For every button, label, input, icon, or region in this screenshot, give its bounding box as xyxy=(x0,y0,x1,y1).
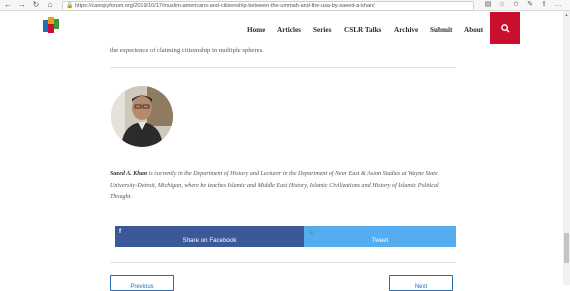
menu-series[interactable]: Series xyxy=(313,23,331,37)
favorite-star-icon[interactable]: ☆ xyxy=(497,0,507,10)
home-icon[interactable]: ⌂ xyxy=(44,0,56,10)
author-bio-text: is currently in the Department of Histor… xyxy=(110,171,439,201)
menu-articles[interactable]: Articles xyxy=(277,23,301,37)
more-icon[interactable]: … xyxy=(553,0,563,10)
author-name: Saeed A. Khan xyxy=(110,171,148,178)
facebook-icon: f xyxy=(119,229,121,235)
article-text-end: the experience of claiming citizenship i… xyxy=(110,47,264,54)
previous-post-button[interactable]: Previous xyxy=(110,275,174,291)
menu-cslr-talks[interactable]: CSLR Talks xyxy=(344,23,381,37)
search-icon xyxy=(501,24,510,33)
page-scrollbar[interactable]: ▲ xyxy=(563,11,570,285)
forward-icon[interactable]: → xyxy=(16,0,28,10)
favorites-icon[interactable]: ✩ xyxy=(511,0,521,10)
twitter-bird-icon: 🐦 xyxy=(308,230,316,236)
author-avatar xyxy=(111,86,173,147)
site-header: Home Articles Series CSLR Talks Archive … xyxy=(0,11,570,47)
url-text[interactable]: https://canopyforum.org/2019/10/17/musli… xyxy=(75,2,470,10)
next-post-button[interactable]: Next xyxy=(389,275,453,291)
facebook-share-label: Share on Facebook xyxy=(182,237,237,244)
lock-icon: 🔒 xyxy=(66,3,74,9)
menu-about[interactable]: About xyxy=(464,23,483,37)
twitter-share-button[interactable]: 🐦 Tweet xyxy=(304,226,456,247)
address-bar[interactable]: 🔒 https://canopyforum.org/2019/10/17/mus… xyxy=(62,1,474,11)
menu-home[interactable]: Home xyxy=(247,23,265,37)
divider xyxy=(110,262,456,263)
search-button[interactable] xyxy=(490,12,520,44)
facebook-share-button[interactable]: f Share on Facebook xyxy=(115,226,304,247)
menu-submit[interactable]: Submit xyxy=(430,23,452,37)
author-photo xyxy=(111,86,173,147)
browser-toolbar: ← → ↻ ⌂ 🔒 https://canopyforum.org/2019/1… xyxy=(0,0,570,11)
logo-block-green xyxy=(54,19,59,29)
author-bio: Saeed A. Khan is currently in the Depart… xyxy=(110,169,460,204)
notes-pen-icon[interactable]: ✎ xyxy=(525,0,535,10)
menu-archive[interactable]: Archive xyxy=(394,23,418,37)
reload-icon[interactable]: ↻ xyxy=(30,0,42,10)
back-icon[interactable]: ← xyxy=(2,0,14,10)
reader-view-icon[interactable]: ▤ xyxy=(483,0,493,10)
share-icon[interactable]: ⇪ xyxy=(539,0,549,10)
scrollbar-thumb[interactable] xyxy=(564,233,569,263)
scroll-up-icon[interactable]: ▲ xyxy=(564,12,569,17)
site-logo[interactable] xyxy=(43,17,59,34)
twitter-share-label: Tweet xyxy=(371,237,389,244)
divider xyxy=(110,67,456,68)
